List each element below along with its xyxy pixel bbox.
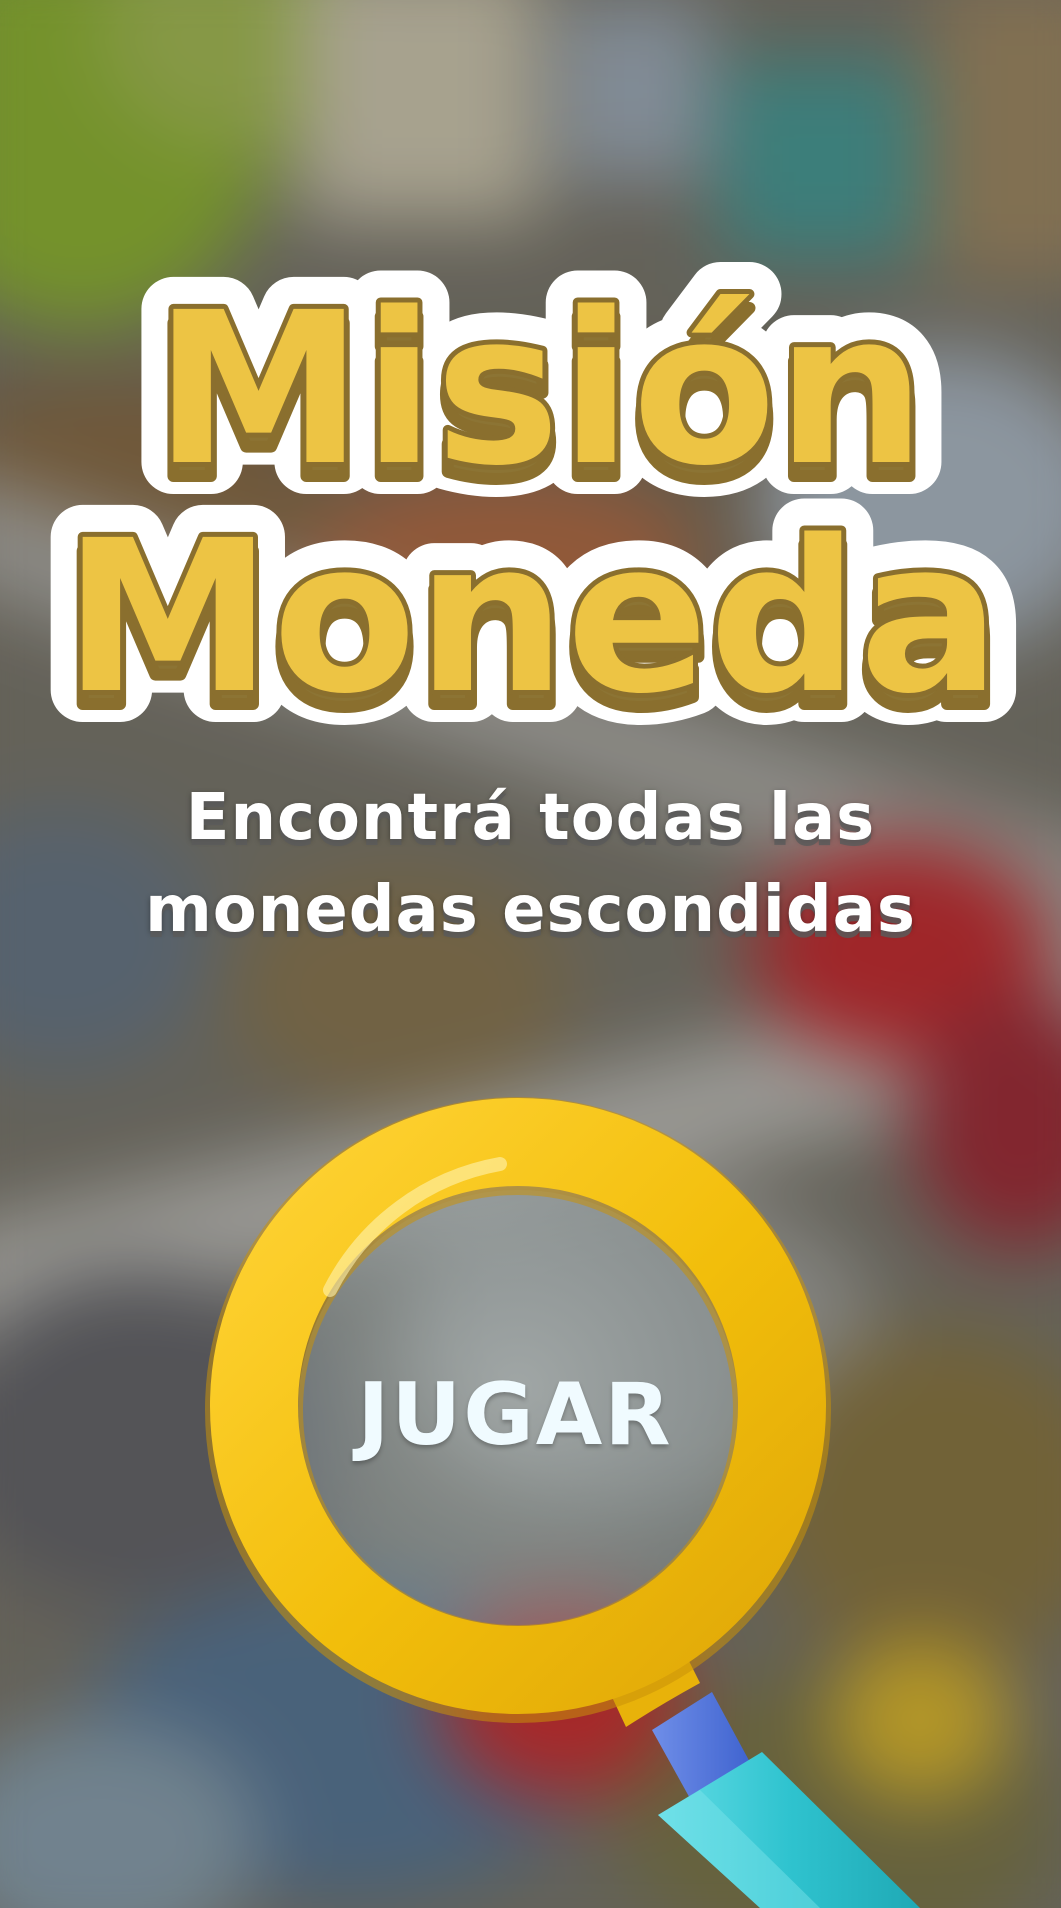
play-button-label: JUGAR <box>357 1365 673 1465</box>
game-title: Misión Misión Misión Moneda Moneda Moned… <box>0 240 1061 760</box>
title-line2: Moneda <box>63 495 1000 740</box>
play-button[interactable]: JUGAR <box>305 1300 725 1530</box>
subtitle-line2: monedas escondidas <box>145 873 916 947</box>
subtitle-line1: Encontrá todas las <box>185 781 876 855</box>
magnifier-handle <box>652 1692 920 1908</box>
title-line1: Misión <box>154 267 926 512</box>
subtitle: Encontrá todas las monedas escondidas <box>60 772 1001 956</box>
